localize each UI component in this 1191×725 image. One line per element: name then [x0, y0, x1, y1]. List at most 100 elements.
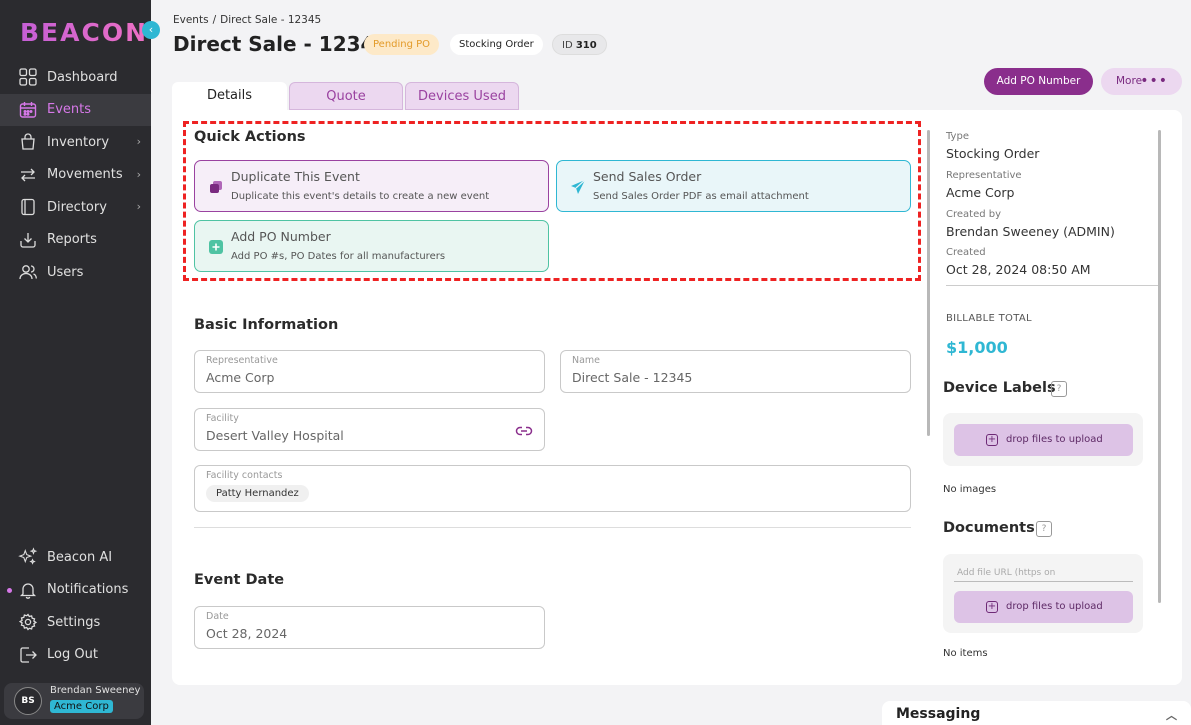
sidebar-item-users[interactable]: Users [0, 256, 151, 289]
field-value: Direct Sale - 12345 [572, 370, 693, 385]
representative-field[interactable]: Representative Acme Corp [194, 350, 545, 393]
send-sales-order-action[interactable]: Send Sales Order Send Sales Order PDF as… [556, 160, 911, 212]
tab-details[interactable]: Details [172, 82, 287, 112]
duplicate-event-action[interactable]: Duplicate This Event Duplicate this even… [194, 160, 549, 212]
beacon-logo[interactable]: BEACON [20, 10, 146, 54]
sidebar-item-label: Inventory [47, 134, 110, 150]
id-label: ID [562, 40, 573, 51]
breadcrumb: Events / Direct Sale - 12345 [173, 14, 325, 26]
sidebar-item-label: Movements [47, 167, 123, 183]
action-description: Send Sales Order PDF as email attachment [593, 191, 809, 202]
field-label: Representative [206, 355, 278, 366]
sidebar-item-label: Events [47, 102, 92, 118]
documents-upload-button[interactable]: + drop files to upload [954, 591, 1133, 623]
grid-icon [18, 67, 38, 87]
field-value: Desert Valley Hospital [206, 428, 344, 443]
sidebar: BEACON Dashboard Events Inventory › Move… [0, 0, 151, 725]
main-scrollbar[interactable] [927, 130, 930, 436]
tab-devices-used[interactable]: Devices Used [405, 82, 519, 110]
upload-label: drop files to upload [1006, 601, 1103, 612]
representative-value: Acme Corp [946, 185, 1015, 200]
avatar: BS [14, 687, 42, 715]
tab-quote[interactable]: Quote [289, 82, 403, 110]
sidebar-item-dashboard[interactable]: Dashboard [0, 61, 151, 94]
user-card[interactable]: BS Brendan Sweeney Acme Corp [4, 683, 144, 719]
sidebar-item-logout[interactable]: Log Out [0, 639, 151, 672]
facility-contacts-field[interactable]: Facility contacts Patty Hernandez [194, 465, 911, 512]
sidebar-item-inventory[interactable]: Inventory › [0, 126, 151, 159]
side-scrollbar[interactable] [1158, 130, 1161, 603]
sidebar-item-directory[interactable]: Directory › [0, 191, 151, 224]
sidebar-item-label: Log Out [47, 647, 98, 663]
gear-icon [18, 612, 38, 632]
type-badge: Stocking Order [450, 34, 543, 55]
action-description: Add PO #s, PO Dates for all manufacturer… [231, 251, 446, 262]
download-tray-icon [18, 230, 38, 250]
plus-icon: + [986, 434, 998, 446]
sidebar-item-label: Dashboard [47, 69, 118, 85]
billable-total-label: BILLABLE TOTAL [946, 313, 1032, 324]
sidebar-item-label: Settings [47, 614, 101, 630]
sidebar-item-settings[interactable]: Settings [0, 606, 151, 639]
action-title: Send Sales Order [593, 169, 702, 184]
type-label: Type [946, 131, 969, 142]
device-labels-title: Device Labels [943, 380, 1056, 396]
add-po-number-button[interactable]: Add PO Number [984, 68, 1093, 95]
sidebar-item-events[interactable]: Events [0, 93, 151, 126]
plus-icon: + [986, 601, 998, 613]
field-label: Facility [206, 413, 239, 424]
sidebar-item-movements[interactable]: Movements › [0, 159, 151, 192]
link-icon[interactable] [515, 423, 533, 437]
sidebar-nav: Dashboard Events Inventory › Movements › [0, 61, 151, 289]
duplicate-icon [208, 179, 224, 195]
no-items-text: No items [943, 648, 988, 659]
field-label: Date [206, 611, 229, 622]
status-badge: Pending PO [364, 34, 440, 55]
logo-text: BEACON [20, 17, 149, 47]
arrows-icon [18, 165, 38, 185]
id-value: 310 [575, 40, 597, 51]
sidebar-item-label: Notifications [47, 582, 129, 598]
device-labels-upload-button[interactable]: + drop files to upload [954, 424, 1133, 456]
bell-icon [18, 580, 38, 600]
upload-label: drop files to upload [1006, 434, 1103, 445]
logout-icon [18, 645, 38, 665]
paper-plane-icon [570, 179, 586, 195]
sidebar-item-beacon-ai[interactable]: Beacon AI [0, 541, 151, 574]
chevron-right-icon: › [136, 135, 141, 148]
sparkle-icon [18, 547, 38, 567]
id-badge: ID 310 [552, 34, 607, 55]
name-field[interactable]: Name Direct Sale - 12345 [560, 350, 911, 393]
facility-field[interactable]: Facility Desert Valley Hospital [194, 408, 545, 451]
representative-label: Representative [946, 170, 1022, 181]
sidebar-item-reports[interactable]: Reports [0, 224, 151, 257]
no-images-text: No images [943, 484, 997, 495]
sidebar-item-notifications[interactable]: Notifications [0, 574, 151, 607]
users-icon [18, 262, 38, 282]
more-button[interactable]: More ••• [1101, 68, 1182, 95]
created-value: Oct 28, 2024 08:50 AM [946, 262, 1091, 277]
breadcrumb-current: Direct Sale - 12345 [220, 14, 322, 26]
help-icon[interactable]: ? [1036, 521, 1052, 537]
file-url-input[interactable] [954, 564, 1133, 582]
help-icon[interactable]: ? [1051, 381, 1067, 397]
sidebar-item-label: Directory [47, 199, 107, 215]
bag-icon [18, 132, 38, 152]
field-value: Oct 28, 2024 [206, 626, 288, 641]
breadcrumb-separator: / [212, 14, 217, 26]
contact-chip[interactable]: Patty Hernandez [206, 485, 309, 502]
plus-square-icon [208, 239, 224, 255]
action-description: Duplicate this event's details to create… [231, 191, 490, 202]
sidebar-collapse-button[interactable]: ‹ [142, 21, 160, 39]
action-title: Duplicate This Event [231, 169, 360, 184]
page-title: Direct Sale - 12345 [173, 32, 389, 56]
date-field[interactable]: Date Oct 28, 2024 [194, 606, 545, 649]
quick-actions-title: Quick Actions [194, 129, 306, 145]
chevron-up-icon: ︿ [1166, 709, 1177, 722]
add-po-number-action[interactable]: Add PO Number Add PO #s, PO Dates for al… [194, 220, 549, 272]
breadcrumb-link-events[interactable]: Events [173, 14, 209, 26]
more-label: More [1116, 75, 1143, 87]
user-org-badge: Acme Corp [50, 700, 113, 713]
messaging-panel-toggle[interactable]: Messaging ︿ [882, 701, 1191, 725]
sidebar-bottom-nav: Beacon AI Notifications Settings Log Out [0, 541, 151, 671]
